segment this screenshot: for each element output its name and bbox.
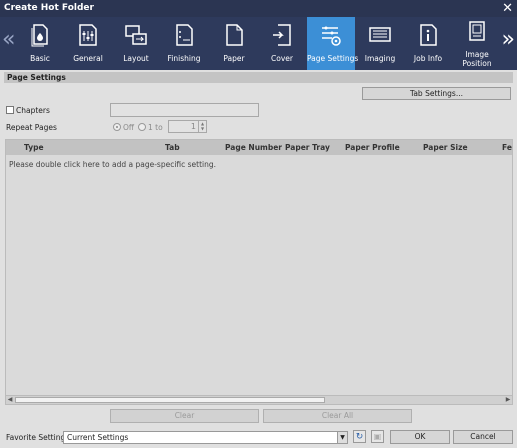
repeat-pages-label: Repeat Pages — [6, 123, 57, 132]
tab-label: Imaging — [364, 54, 396, 63]
horizontal-scrollbar[interactable]: ◀ ▶ — [6, 395, 512, 404]
tab-finishing[interactable]: Finishing — [160, 17, 208, 70]
repeat-one-to-radio[interactable] — [138, 123, 146, 131]
tab-label: Basic — [30, 54, 50, 63]
repeat-pages-stepper[interactable]: 1 ▲ ▼ — [168, 120, 207, 133]
ok-button[interactable]: OK — [390, 430, 450, 444]
tab-image-position[interactable]: Image Position — [453, 17, 501, 70]
tab-page-settings[interactable]: Page Settings — [307, 17, 359, 70]
favorite-setting-select[interactable]: Current Settings ▼ — [63, 431, 348, 444]
repeat-off-radio[interactable] — [113, 123, 121, 131]
title-bar: Create Hot Folder ✕ — [0, 0, 517, 17]
scroll-right-icon[interactable]: » — [502, 27, 515, 53]
tab-label: Image Position — [462, 50, 492, 68]
scroll-left-arrow-icon[interactable]: ◀ — [6, 396, 14, 404]
favorite-setting-label: Favorite Setting — [6, 433, 66, 442]
tab-general[interactable]: General — [64, 17, 112, 70]
stepper-arrows-icon[interactable]: ▲ ▼ — [198, 121, 206, 132]
chapters-label: Chapters — [16, 106, 50, 115]
scroll-left-icon[interactable]: « — [2, 27, 15, 53]
chevron-down-icon: ▼ — [337, 432, 347, 443]
tab-label: Paper — [223, 54, 245, 63]
tab-label: Layout — [123, 54, 149, 63]
add-setting-placeholder[interactable]: Please double click here to add a page-s… — [9, 160, 216, 169]
close-icon[interactable]: ✕ — [502, 0, 513, 17]
tab-settings-button[interactable]: Tab Settings... — [362, 87, 511, 100]
general-icon — [79, 24, 97, 46]
chapters-field[interactable] — [110, 103, 259, 117]
section-header: Page Settings — [4, 72, 513, 83]
refresh-icon[interactable]: ↻ — [353, 430, 366, 443]
cancel-button[interactable]: Cancel — [453, 430, 513, 444]
tab-label: General — [73, 54, 103, 63]
layout-icon — [125, 25, 147, 45]
column-header[interactable]: Page Number — [225, 143, 282, 152]
tab-bar: « Basic General Layout Finishing Paper C… — [0, 17, 517, 70]
job-info-icon — [420, 24, 437, 46]
page-settings-icon — [322, 26, 341, 46]
repeat-pages-value: 1 — [190, 122, 196, 131]
tab-job-info[interactable]: Job Info — [404, 17, 452, 70]
imaging-icon — [369, 27, 391, 42]
scroll-right-arrow-icon[interactable]: ▶ — [504, 396, 512, 404]
scrollbar-thumb[interactable] — [15, 397, 325, 403]
clear-button[interactable]: Clear — [110, 409, 259, 423]
image-position-icon — [469, 21, 485, 41]
favorite-setting-value: Current Settings — [67, 433, 129, 442]
clear-all-button[interactable]: Clear All — [263, 409, 412, 423]
tab-label: Cover — [271, 54, 293, 63]
column-header[interactable]: Tab — [165, 143, 180, 152]
tab-layout[interactable]: Layout — [112, 17, 160, 70]
paper-icon — [226, 24, 243, 46]
column-header[interactable]: Paper Tray — [285, 143, 330, 152]
tab-label: Job Info — [413, 54, 443, 63]
save-icon[interactable]: ▣ — [371, 430, 384, 443]
basic-icon — [31, 24, 48, 47]
table-header: Type Tab Page Number Paper Tray Paper Pr… — [6, 140, 512, 155]
tab-basic[interactable]: Basic — [16, 17, 64, 70]
column-header[interactable]: Paper Profile — [345, 143, 400, 152]
tab-label: Page Settings — [307, 54, 359, 63]
finishing-icon — [176, 24, 193, 46]
page-settings-table[interactable]: Type Tab Page Number Paper Tray Paper Pr… — [5, 139, 513, 405]
column-header[interactable]: Fee — [502, 143, 512, 152]
column-header[interactable]: Type — [24, 143, 44, 152]
chapters-checkbox[interactable] — [6, 106, 14, 114]
tab-label: Finishing — [167, 54, 201, 63]
repeat-off-label: Off — [123, 123, 135, 132]
tab-cover[interactable]: Cover — [258, 17, 306, 70]
cover-icon — [273, 24, 291, 46]
repeat-one-to-label: 1 to — [148, 123, 163, 132]
column-header[interactable]: Paper Size — [423, 143, 468, 152]
window-title: Create Hot Folder — [4, 3, 94, 13]
tab-paper[interactable]: Paper — [210, 17, 258, 70]
tab-imaging[interactable]: Imaging — [356, 17, 404, 70]
